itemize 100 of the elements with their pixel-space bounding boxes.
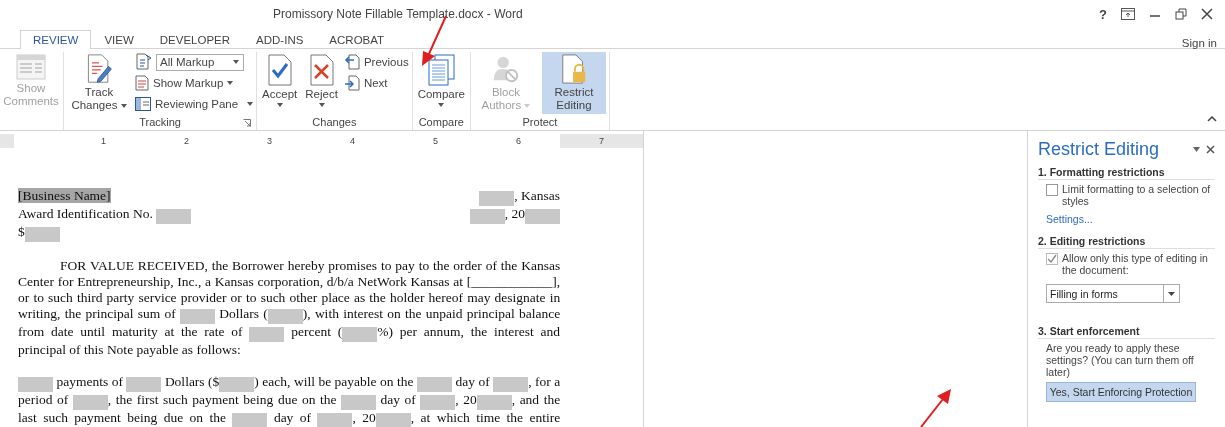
previous-button[interactable]: Previous xyxy=(343,53,409,71)
form-field[interactable] xyxy=(375,413,411,427)
markup-icon xyxy=(135,53,153,71)
body-text: the xyxy=(506,410,524,425)
show-markup-button[interactable]: Show Markup xyxy=(135,74,254,92)
reject-button[interactable]: Reject xyxy=(303,52,340,114)
form-field[interactable] xyxy=(476,395,512,410)
highlighted-text: [Business Name] xyxy=(18,188,111,203)
body-text: and xyxy=(519,392,540,407)
dialog-launcher-icon[interactable] xyxy=(243,119,252,127)
ribbon-display-icon[interactable] xyxy=(1121,8,1135,20)
ribbon-tab[interactable]: ADD-INS xyxy=(243,30,317,49)
settings-link[interactable]: Settings... xyxy=(1046,213,1093,225)
body-text: , xyxy=(107,392,112,407)
body-text: pay xyxy=(395,258,415,273)
track-changes-button[interactable]: Track Changes xyxy=(67,52,131,114)
pane-icon xyxy=(135,97,151,111)
body-text: third xyxy=(76,290,103,305)
reviewing-pane-button[interactable]: Reviewing Pane xyxy=(135,95,239,113)
section-heading: 2. Editing restrictions xyxy=(1038,235,1215,249)
caret-icon xyxy=(1168,291,1175,296)
caret-icon xyxy=(276,103,283,107)
form-field[interactable] xyxy=(317,413,353,427)
compare-button[interactable]: Compare xyxy=(415,52,467,114)
body-text: Dollars xyxy=(219,306,259,321)
close-icon[interactable] xyxy=(1206,145,1215,154)
form-field[interactable] xyxy=(342,327,378,342)
checkbox[interactable] xyxy=(1046,184,1058,196)
form-field[interactable] xyxy=(179,309,215,324)
form-field[interactable] xyxy=(156,209,192,224)
group-label: Compare xyxy=(418,116,464,128)
form-field[interactable] xyxy=(417,377,452,392)
checkbox-label: Limit formatting to a selection of styles xyxy=(1062,183,1212,207)
form-field[interactable] xyxy=(479,191,515,206)
help-button[interactable]: ? xyxy=(1099,6,1107,22)
body-text: the xyxy=(470,324,488,339)
form-field[interactable] xyxy=(493,377,529,392)
body-text: a xyxy=(554,374,561,389)
body-text: or xyxy=(230,290,242,305)
body-text: this xyxy=(84,342,104,357)
caret-icon[interactable] xyxy=(1193,147,1200,152)
markup-dropdown[interactable]: All Markup xyxy=(156,53,244,71)
body-text: of xyxy=(485,258,497,273)
body-text: payments xyxy=(56,374,109,389)
body-text: the xyxy=(404,306,422,321)
body-text: with xyxy=(314,306,339,321)
documents-icon xyxy=(426,54,457,86)
next-button[interactable]: Next xyxy=(343,74,409,92)
body-text: principal xyxy=(18,342,66,357)
ribbon-tab[interactable]: REVIEW xyxy=(20,30,92,49)
form-field[interactable] xyxy=(249,327,285,342)
group-label: Tracking xyxy=(139,116,181,128)
checkbox-label: Allow only this type of editing in the document: xyxy=(1062,252,1209,276)
form-field[interactable] xyxy=(469,209,505,224)
accept-button[interactable]: Accept xyxy=(260,52,300,114)
form-field[interactable] xyxy=(267,309,303,324)
form-field[interactable] xyxy=(219,377,255,392)
body-text: the xyxy=(64,306,82,321)
body-text: the xyxy=(181,324,198,339)
restrict-editing-button[interactable]: Restrict Editing xyxy=(541,52,606,114)
body-text: follows: xyxy=(196,342,241,357)
editing-type-dropdown[interactable]: Filling in forms xyxy=(1046,284,1180,303)
body-text: will xyxy=(293,374,315,389)
body-text: at xyxy=(453,274,463,289)
ribbon-tab[interactable]: VIEW xyxy=(91,30,147,49)
caret-icon xyxy=(120,103,127,108)
caret-icon[interactable] xyxy=(247,102,254,106)
body-text: of xyxy=(69,342,81,357)
ruler-number: 3 xyxy=(266,136,273,146)
close-icon[interactable] xyxy=(1201,8,1213,20)
body-text: for xyxy=(57,274,74,289)
body-text: provider xyxy=(180,290,227,305)
body-text: payment xyxy=(74,410,121,425)
sign-in-link[interactable]: Sign in xyxy=(1181,37,1217,49)
ribbon-tab[interactable]: ACROBAT xyxy=(316,30,398,49)
form-field[interactable] xyxy=(72,395,108,410)
collapse-ribbon-icon[interactable] xyxy=(1207,116,1217,122)
form-field[interactable] xyxy=(525,209,560,224)
caret-icon xyxy=(318,103,325,107)
ribbon-tab[interactable]: DEVELOPER xyxy=(146,30,244,49)
form-field[interactable] xyxy=(340,395,376,410)
body-text: of xyxy=(231,324,243,339)
restore-icon[interactable] xyxy=(1175,8,1187,20)
body-text: promises xyxy=(328,258,378,273)
form-field[interactable] xyxy=(24,227,60,242)
body-text: the xyxy=(319,392,337,407)
body-text: of xyxy=(57,392,69,407)
body-text: being xyxy=(127,410,158,425)
start-enforcing-button[interactable]: Yes, Start Enforcing Protection xyxy=(1046,382,1196,402)
body-text: of xyxy=(404,392,416,407)
body-text: as xyxy=(181,342,194,357)
body-text: entire xyxy=(529,410,561,425)
form-field[interactable] xyxy=(126,377,162,392)
form-field[interactable] xyxy=(232,413,268,427)
body-text: designate xyxy=(494,290,546,305)
body-text: day xyxy=(273,410,294,425)
checkbox[interactable] xyxy=(1046,253,1058,265)
form-field[interactable] xyxy=(420,395,456,410)
form-field[interactable] xyxy=(18,377,53,392)
body-text: and xyxy=(540,324,561,339)
